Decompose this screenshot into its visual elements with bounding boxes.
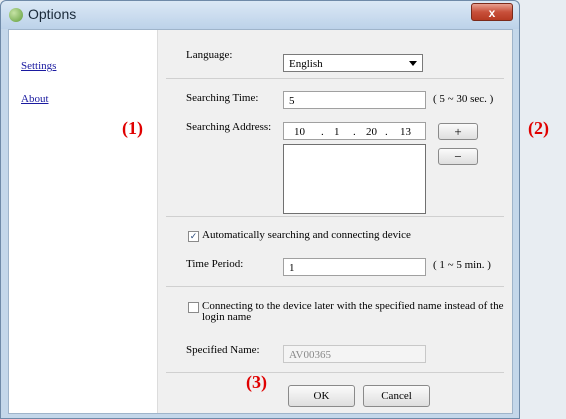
ip-address-field[interactable]: 10 . 1 . 20 . 13 (283, 122, 426, 140)
searching-address-label: Searching Address: (186, 121, 272, 133)
sidebar-item-about[interactable]: About (21, 93, 49, 105)
chevron-down-icon (409, 61, 417, 66)
divider (166, 78, 504, 79)
searching-time-hint: ( 5 ~ 30 sec. ) (433, 93, 494, 105)
add-address-button[interactable]: + (438, 123, 478, 140)
divider (166, 216, 504, 217)
ip-separator: . (385, 126, 388, 138)
divider (166, 372, 504, 373)
searching-time-input[interactable]: 5 (283, 91, 426, 109)
options-window: Options x Settings About Language: Engli… (0, 0, 520, 419)
time-period-hint: ( 1 ~ 5 min. ) (433, 259, 491, 271)
title-bar[interactable]: Options x (1, 1, 519, 29)
window-title: Options (28, 6, 77, 22)
sidebar: Settings About (9, 30, 158, 413)
remove-address-button[interactable]: − (438, 148, 478, 165)
sidebar-item-settings[interactable]: Settings (21, 60, 56, 72)
specified-name-label: Specified Name: (186, 344, 260, 356)
language-select[interactable]: English (283, 54, 423, 72)
time-period-label: Time Period: (186, 258, 244, 270)
ip-octet: 13 (400, 126, 411, 138)
client-area: Settings About Language: English Searchi… (8, 29, 513, 414)
specified-name-option-label-line2: login name (202, 311, 252, 323)
address-list[interactable] (283, 144, 426, 214)
ip-octet: 1 (334, 126, 340, 138)
callout-3: (3) (246, 372, 267, 392)
ok-button[interactable]: OK (288, 385, 355, 407)
time-period-input[interactable]: 1 (283, 258, 426, 276)
language-value: English (289, 58, 323, 70)
auto-search-label: Automatically searching and connecting d… (202, 229, 411, 241)
ip-separator: . (353, 126, 356, 138)
app-icon (9, 8, 23, 22)
callout-2: (2) (528, 118, 549, 138)
divider (166, 286, 504, 287)
close-button[interactable]: x (471, 3, 513, 21)
specified-name-input: AV00365 (283, 345, 426, 363)
ip-separator: . (321, 126, 324, 138)
callout-1: (1) (122, 118, 143, 138)
searching-time-label: Searching Time: (186, 92, 259, 104)
language-label: Language: (186, 49, 233, 61)
settings-panel: Language: English Searching Time: 5 ( 5 … (158, 30, 512, 413)
specified-name-checkbox[interactable] (188, 302, 199, 313)
auto-search-checkbox[interactable]: ✓ (188, 231, 199, 242)
ip-octet: 20 (366, 126, 377, 138)
cancel-button[interactable]: Cancel (363, 385, 430, 407)
ip-octet: 10 (294, 126, 305, 138)
